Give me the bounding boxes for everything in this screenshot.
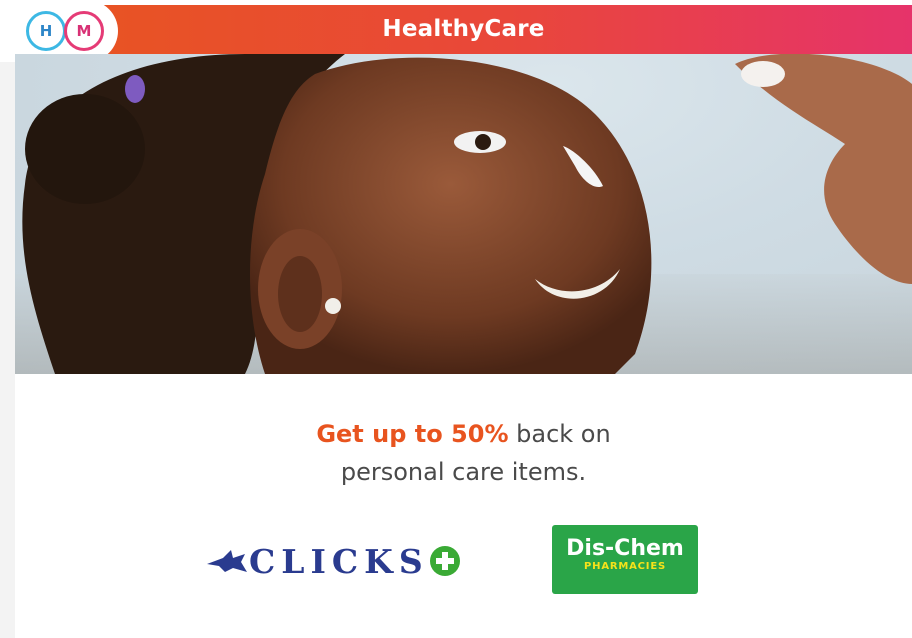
logo-m-circle: M	[64, 11, 104, 51]
promo-line-1: Get up to 50% back on	[15, 420, 912, 448]
clicks-unicorn-icon	[207, 550, 247, 572]
dischem-logo[interactable]: Dis-Chem PHARMACIES	[552, 525, 698, 594]
promo-line-2: personal care items.	[340, 458, 587, 486]
brand-logo[interactable]: H M	[0, 0, 118, 62]
logo-h-circle: H	[26, 11, 66, 51]
clicks-logo[interactable]: CLICKS	[205, 541, 461, 581]
hero-image	[15, 54, 912, 374]
clicks-wordmark: CLICKS	[249, 541, 429, 581]
promo-line-1-rest: back on	[508, 420, 611, 448]
hero-illustration	[15, 54, 912, 374]
dischem-wordmark: Dis-Chem	[566, 536, 684, 561]
header-bar: HealthyCare	[15, 5, 912, 54]
promo-highlight: Get up to 50%	[316, 420, 509, 448]
clicks-cross-icon	[429, 546, 460, 576]
dischem-subtitle: PHARMACIES	[584, 561, 666, 572]
page-title: HealthyCare	[382, 16, 545, 42]
